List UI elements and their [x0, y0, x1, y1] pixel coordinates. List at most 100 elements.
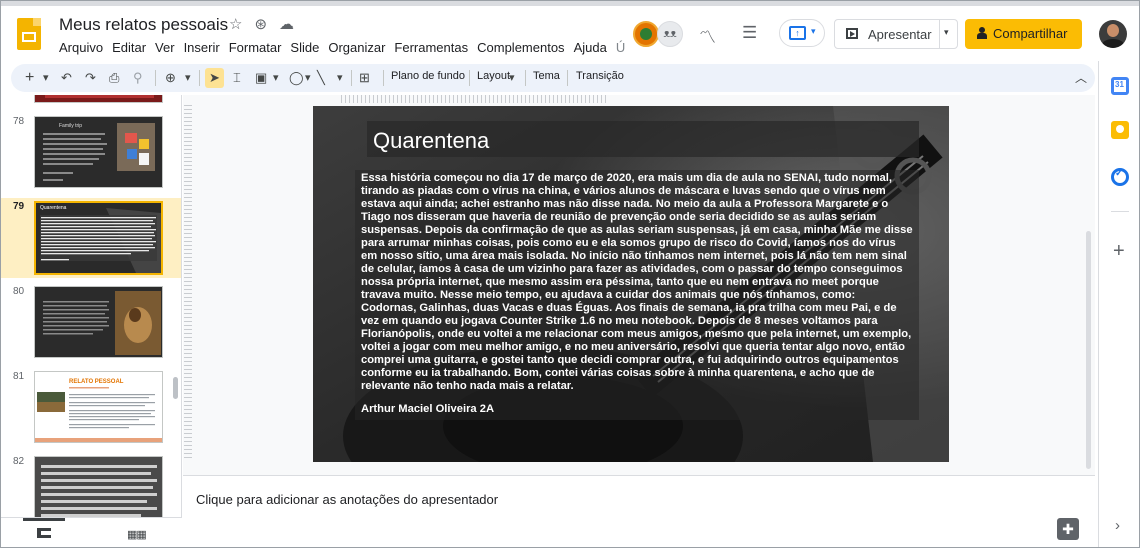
- slide-filmstrip[interactable]: 78 Family trip 79 Quarentena 80 81 RELAT…: [1, 95, 182, 517]
- slide-thumbnail-80[interactable]: [34, 286, 163, 358]
- shape-icon[interactable]: ◯: [289, 68, 304, 88]
- calendar-icon[interactable]: [1111, 77, 1129, 95]
- present-divider: [939, 20, 940, 48]
- layout-dropdown-icon[interactable]: ▾: [509, 68, 515, 88]
- present-label: Apresentar: [868, 27, 932, 42]
- slide-number: 80: [13, 286, 25, 297]
- menu-bar: Arquivo Editar Ver Inserir Formatar Slid…: [59, 40, 634, 55]
- last-edit-link[interactable]: Ú: [616, 40, 625, 55]
- expand-panel-icon[interactable]: ›: [1115, 517, 1120, 534]
- horizontal-ruler: [341, 95, 609, 103]
- filmstrip-view-icon[interactable]: [37, 528, 51, 538]
- menu-ajuda[interactable]: Ajuda: [574, 40, 607, 55]
- toolbar-divider: [567, 70, 568, 86]
- browser-edge: [1, 1, 1139, 6]
- speaker-notes-panel[interactable]: Clique para adicionar as anotações do ap…: [183, 475, 1095, 547]
- side-panel: + ›: [1098, 61, 1139, 547]
- present-dropdown-icon[interactable]: ▾: [944, 27, 949, 38]
- person-lock-icon: [977, 27, 987, 39]
- toolbar-divider: [525, 70, 526, 86]
- account-avatar[interactable]: [1099, 20, 1127, 48]
- present-button[interactable]: Apresentar ▾: [834, 19, 958, 49]
- zoom-dropdown[interactable]: ▾: [185, 68, 191, 88]
- menu-complementos[interactable]: Complementos: [477, 40, 564, 55]
- menu-editar[interactable]: Editar: [112, 40, 146, 55]
- slide-thumbnail-82[interactable]: [34, 456, 163, 517]
- toolbar-divider: [351, 70, 352, 86]
- explore-icon[interactable]: ✚: [1057, 518, 1079, 540]
- canvas-scrollbar[interactable]: [1086, 231, 1091, 469]
- theme-button[interactable]: Tema: [533, 70, 560, 82]
- shape-dropdown[interactable]: ▾: [305, 68, 311, 88]
- toolbar-divider: [199, 70, 200, 86]
- slide-number: 79: [13, 201, 25, 212]
- undo-icon[interactable]: ↶: [61, 68, 72, 88]
- slide-number: 78: [13, 116, 25, 127]
- line-dropdown[interactable]: ▾: [337, 68, 343, 88]
- grid-view-icon[interactable]: ▦▦: [127, 528, 147, 541]
- slide-thumbnail-81[interactable]: RELATO PESSOAL: [34, 371, 163, 443]
- share-button[interactable]: Compartilhar: [965, 19, 1082, 49]
- filmstrip-scrollbar[interactable]: [173, 377, 178, 399]
- keep-icon[interactable]: [1111, 121, 1129, 139]
- chevron-down-icon: ▾: [811, 26, 816, 36]
- menu-arquivo[interactable]: Arquivo: [59, 40, 103, 55]
- image-dropdown[interactable]: ▾: [273, 68, 279, 88]
- line-icon[interactable]: ╲: [317, 68, 325, 88]
- tasks-icon[interactable]: [1111, 168, 1129, 186]
- paint-format-icon[interactable]: ⚲: [133, 68, 143, 88]
- slides-logo-icon[interactable]: [17, 18, 41, 50]
- menu-formatar[interactable]: Formatar: [229, 40, 282, 55]
- title-actions: ☆ ⊛ ☁: [229, 15, 294, 33]
- filmstrip-view-switcher: ▦▦: [1, 517, 182, 547]
- slide-author[interactable]: Arthur Maciel Oliveira 2A: [361, 403, 494, 415]
- layout-button[interactable]: Layout: [477, 70, 510, 82]
- current-slide[interactable]: Quarentena Essa história começou no dia …: [313, 106, 949, 462]
- menu-ver[interactable]: Ver: [155, 40, 175, 55]
- active-view-indicator: [23, 518, 65, 521]
- slide-number: 82: [13, 456, 25, 467]
- text-box-icon[interactable]: ⌶: [233, 68, 241, 88]
- print-icon[interactable]: ⎙: [109, 68, 119, 88]
- collaborator-avatar[interactable]: [633, 21, 659, 47]
- anonymous-viewer-avatar[interactable]: ᴥᴥ: [657, 21, 683, 47]
- redo-icon[interactable]: ↷: [85, 68, 96, 88]
- comments-icon[interactable]: ☰: [742, 23, 757, 43]
- menu-inserir[interactable]: Inserir: [184, 40, 220, 55]
- main-toolbar: + ▾ ↶ ↷ ⎙ ⚲ ⊕ ▾ ➤ ⌶ ▣ ▾ ◯ ▾ ╲ ▾ ⊞ Plano …: [11, 64, 1095, 92]
- move-to-folder-icon[interactable]: ⊛: [254, 15, 267, 33]
- slideshow-options-button[interactable]: ↑ ▾: [779, 19, 825, 47]
- transition-button[interactable]: Transição: [576, 70, 624, 82]
- background-button[interactable]: Plano de fundo: [391, 70, 465, 82]
- slide-body-text[interactable]: Essa história começou no dia 17 de março…: [361, 172, 913, 393]
- menu-slide[interactable]: Slide: [290, 40, 319, 55]
- slide-thumbnail-79[interactable]: Quarentena: [34, 201, 163, 275]
- toolbar-divider: [383, 70, 384, 86]
- speaker-notes-placeholder[interactable]: Clique para adicionar as anotações do ap…: [196, 492, 498, 507]
- present-to-screen-icon: ↑: [789, 26, 806, 40]
- share-label: Compartilhar: [993, 26, 1068, 41]
- zoom-icon[interactable]: ⊕: [165, 68, 176, 88]
- slide-number: 81: [13, 371, 25, 382]
- star-icon[interactable]: ☆: [229, 15, 242, 33]
- cloud-status-icon[interactable]: ☁: [279, 15, 294, 33]
- activity-trend-icon[interactable]: 〽: [699, 23, 716, 48]
- document-title[interactable]: Meus relatos pessoais: [59, 15, 228, 35]
- slide-thumbnail-77[interactable]: [34, 95, 163, 103]
- new-slide-layout-dropdown[interactable]: ▾: [43, 68, 49, 88]
- vertical-ruler: [184, 105, 192, 461]
- collapse-toolbar-icon[interactable]: ︿: [1075, 68, 1087, 88]
- toolbar-divider: [155, 70, 156, 86]
- menu-organizar[interactable]: Organizar: [328, 40, 385, 55]
- menu-ferramentas[interactable]: Ferramentas: [394, 40, 468, 55]
- get-addons-icon[interactable]: +: [1113, 241, 1125, 261]
- slide-title[interactable]: Quarentena: [373, 128, 489, 154]
- select-cursor-icon[interactable]: ➤: [205, 68, 224, 88]
- insert-image-icon[interactable]: ▣: [255, 68, 267, 88]
- side-panel-divider: [1111, 211, 1129, 212]
- slides-app: Meus relatos pessoais ☆ ⊛ ☁ Arquivo Edit…: [0, 0, 1140, 548]
- slide-thumbnail-78[interactable]: Family trip: [34, 116, 163, 188]
- new-slide-button[interactable]: +: [25, 68, 34, 88]
- collaborator-avatars[interactable]: ᴥᴥ: [633, 21, 685, 47]
- add-comment-icon[interactable]: ⊞: [359, 68, 370, 88]
